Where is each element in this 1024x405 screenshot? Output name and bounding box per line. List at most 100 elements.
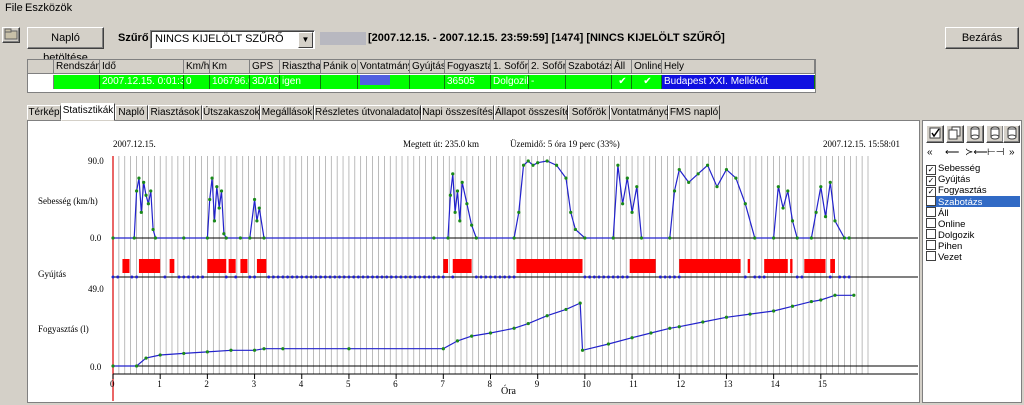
tab-utszakaszok[interactable]: Útszakaszok [202,105,260,120]
speed-point [144,193,148,197]
tab-napi[interactable]: Napi összesítés [421,105,494,120]
tab-naplo[interactable]: Napló [115,105,148,120]
checkbox-pihen[interactable]: Pihen [926,240,1020,252]
col-szabotazs[interactable]: Szabotázs [566,60,612,74]
col-fogyasztas[interactable]: Fogyasztás [445,60,491,74]
col-km[interactable]: Km [210,60,250,74]
checkbox-box[interactable] [926,251,936,261]
open-icon[interactable] [2,27,20,43]
tab-reszletes[interactable]: Részletes útvonaladatok [314,105,424,120]
col-gps[interactable]: GPS [250,60,280,74]
database-icon[interactable] [966,125,984,143]
ignition-off-point [319,275,323,279]
cell-gps[interactable]: 3D/10 [250,75,280,89]
ignition-off-point [597,275,601,279]
col-kmh[interactable]: Km/h [184,60,210,74]
speed-point [460,180,464,184]
fuel-point [205,350,209,354]
log-load-button[interactable]: Napló betöltése [27,27,104,64]
checkbox-box[interactable] [926,229,936,239]
checkbox-online[interactable]: Online [926,218,1020,230]
cell-fogyasztas[interactable]: 36505 [445,75,491,89]
speed-point [217,206,221,210]
cell-riaszthato[interactable]: igen [280,75,321,89]
col-all[interactable]: Áll [612,60,632,74]
cell-sofor1[interactable]: Dolgozik [491,75,529,89]
database-icon[interactable] [1003,125,1020,143]
fuel-point [111,364,115,368]
tab-vontatmanyok[interactable]: Vontatmányok [610,105,674,120]
speed-point [448,193,452,197]
col-hely[interactable]: Hely [662,60,815,74]
close-button[interactable]: Bezárás [945,27,1019,49]
ignition-off-point [441,275,445,279]
left-toolstrip [0,17,22,107]
cell-szabotazs[interactable] [566,75,612,89]
ignition-on-block [443,259,449,273]
cell-hely[interactable]: Budapest XXI. Mellékút [662,75,815,89]
copy-icon[interactable] [946,125,964,143]
ignition-off-point [418,275,422,279]
col-ido[interactable]: Idő [100,60,184,74]
tab-megallasok[interactable]: Megállások [260,105,314,120]
ignition-off-point [187,275,190,279]
ignition-off-point [437,275,441,279]
filter-dropdown[interactable]: NINCS KIJELÖLT SZŰRŐ ▼ [150,30,315,49]
speed-point [208,197,212,202]
col-online[interactable]: Online [632,60,662,74]
checkbox-gyujtas[interactable]: ✓ Gyújtás [926,174,1020,186]
speed-point [215,185,219,189]
ignition-on-block [790,259,793,273]
col-sofor1[interactable]: 1. Sofőr [491,60,529,74]
tab-terkep[interactable]: Térkép [27,105,61,120]
checkbox-vezet[interactable]: Vezet [926,251,1020,263]
cell-sofor2[interactable]: - [529,75,566,89]
speed-point [453,210,457,214]
cell-gyujtas[interactable] [410,75,445,89]
checkbox-box[interactable] [926,218,936,228]
tab-fms[interactable]: FMS napló [668,105,720,120]
checkbox-box[interactable] [926,196,936,206]
nav-back-icon[interactable]: ⟵ [945,147,959,158]
chevron-down-icon[interactable]: ▼ [298,32,313,48]
menu-bar: File Eszközök [0,0,1024,16]
ignition-on-block [138,259,161,273]
tab-riasztasok[interactable]: Riasztások [148,105,202,120]
cell-km[interactable]: 106796.0 [210,75,250,89]
tab-statisztikak[interactable]: Statisztikák [61,103,115,121]
ignition-on-block [629,259,656,273]
database-icon[interactable] [986,125,1004,143]
checkbox-sebesseg[interactable]: ✓ Sebesség [926,163,1020,175]
ignition-off-point [404,275,408,279]
tab-soforok[interactable]: Sofőrök [568,105,610,120]
menu-tools[interactable]: Eszközök [25,2,72,14]
checkbox-fogyasztas[interactable]: ✓ Fogyasztás [926,185,1020,197]
cell-panik[interactable] [321,75,358,89]
col-sofor2[interactable]: 2. Sofőr [529,60,566,74]
fuel-point [677,325,681,329]
cell-ido[interactable]: 2007.12.15. 0:01:34 [100,75,184,89]
col-panik[interactable]: Pánik ok [321,60,358,74]
speed-point [465,202,469,206]
nav-first-icon[interactable]: « [927,147,933,158]
checkbox-box[interactable] [926,207,936,217]
tab-allapot[interactable]: Állapot összesítés [494,105,576,120]
cell-rendszam[interactable] [54,75,100,89]
ignition-on-block [256,259,267,273]
speed-point [564,176,568,180]
menu-file[interactable]: File [5,2,23,14]
nav-fit-icon[interactable]: ⊢⊣ [987,147,1004,158]
col-vontatmany[interactable]: Vontatmány [358,60,410,74]
cell-vontatmany[interactable] [358,75,410,89]
checkbox-dolgozik[interactable]: Dolgozik [926,229,1020,241]
nav-last-icon[interactable]: » [1009,147,1015,158]
cell-kmh[interactable]: 0 [184,75,210,89]
checkbox-box[interactable] [926,240,936,250]
col-gyujtas[interactable]: Gyújtás [410,60,445,74]
nav-shrink-icon[interactable]: ≻⟵ [965,147,988,158]
checkbox-szabotazs[interactable]: Szabotázs [926,196,1020,208]
checkbox-all[interactable]: Áll [926,207,1020,219]
col-rendszam[interactable]: Rendszám [54,60,100,74]
select-all-icon[interactable] [926,125,944,143]
col-riaszthato[interactable]: Riasztható [280,60,321,74]
